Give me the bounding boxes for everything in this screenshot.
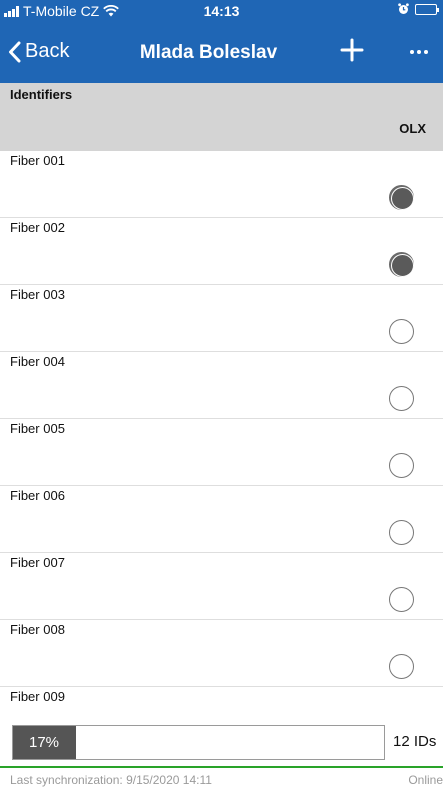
progress-bar: 17%: [12, 725, 385, 760]
identifier-label: Fiber 006: [10, 488, 65, 503]
id-count: 12 IDs: [393, 733, 437, 750]
ellipsis-icon: [417, 50, 421, 54]
list-item[interactable]: Fiber 004: [0, 352, 443, 419]
list-item[interactable]: Fiber 006: [0, 486, 443, 553]
page-title-text: Mlada Boleslav: [139, 42, 278, 63]
olx-radio-button[interactable]: [389, 654, 414, 679]
list-item[interactable]: Fiber 002: [0, 218, 443, 285]
identifier-label: Fiber 009: [10, 689, 65, 704]
progress-fill: 17%: [13, 726, 77, 759]
ellipsis-icon: [410, 50, 414, 54]
list-item[interactable]: Fiber 003: [0, 285, 443, 352]
olx-radio-button[interactable]: [389, 520, 414, 545]
add-button[interactable]: [337, 35, 367, 65]
list-item[interactable]: Fiber 001: [0, 151, 443, 218]
chevron-left-icon: [9, 41, 21, 62]
identifier-label: Fiber 005: [10, 421, 65, 436]
olx-radio-button[interactable]: [389, 453, 414, 478]
alarm-clock-icon: [398, 3, 409, 15]
status-right: [398, 3, 439, 15]
identifier-label: Fiber 004: [10, 354, 65, 369]
identifier-list: Fiber 001 Fiber 002 Fiber 003 Fiber 004 Fibe…: [0, 151, 443, 754]
identifier-label: Fiber 007: [10, 555, 65, 570]
list-item[interactable]: Fiber 007: [0, 553, 443, 620]
more-options-button[interactable]: [402, 42, 436, 62]
list-item[interactable]: Fiber 008: [0, 620, 443, 687]
table-header: Identifiers OLX: [0, 83, 443, 151]
olx-radio-button[interactable]: [389, 386, 414, 411]
ellipsis-icon: [424, 50, 428, 54]
status-time: 14:13: [203, 3, 240, 19]
identifier-label: Fiber 001: [10, 153, 65, 168]
navigation-bar: Back Mlada Boleslav: [0, 22, 443, 83]
last-sync-text: Last synchronization: 9/15/2020 14:11: [10, 773, 212, 787]
back-button[interactable]: Back: [8, 40, 69, 63]
sync-status-line: [0, 766, 443, 768]
identifier-label: Fiber 003: [10, 287, 65, 302]
progress-percent: 17%: [29, 734, 60, 751]
olx-radio-button[interactable]: [389, 319, 414, 344]
battery-icon: [415, 3, 439, 15]
footer: Last synchronization: 9/15/2020 14:11 On…: [0, 771, 443, 791]
olx-radio-button[interactable]: [389, 185, 414, 210]
olx-column-header: OLX: [399, 121, 426, 136]
identifier-label: Fiber 002: [10, 220, 65, 235]
connection-status: Online: [408, 773, 443, 787]
identifiers-header: Identifiers: [10, 87, 73, 102]
olx-radio-button[interactable]: [389, 252, 414, 277]
olx-radio-button[interactable]: [389, 587, 414, 612]
identifier-label: Fiber 008: [10, 622, 65, 637]
back-label: Back: [25, 40, 70, 62]
plus-icon: [340, 38, 364, 62]
list-item[interactable]: Fiber 005: [0, 419, 443, 486]
status-bar: T-Mobile CZ 14:13: [0, 0, 443, 22]
